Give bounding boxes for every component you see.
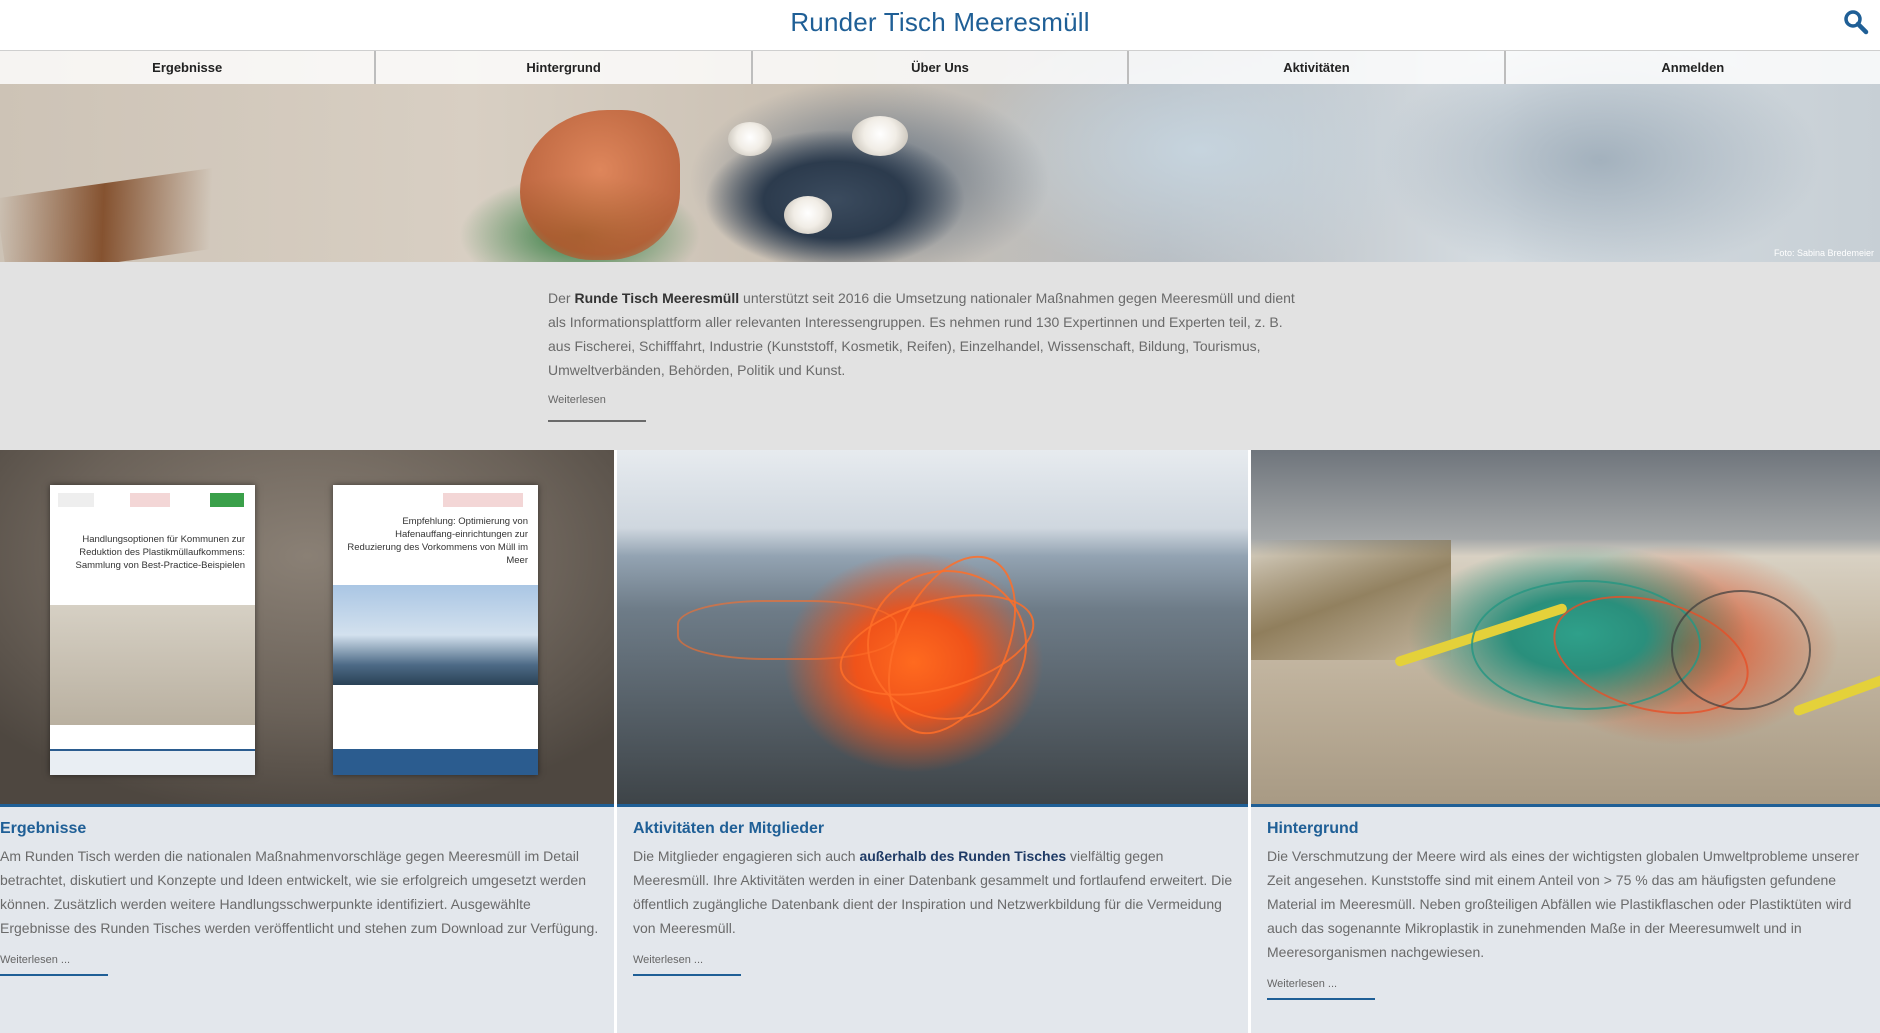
dune-grass	[1251, 540, 1451, 660]
hero-kelp	[0, 162, 265, 262]
ribbon	[1792, 673, 1880, 717]
nav-item-hintergrund[interactable]: Hintergrund	[376, 51, 753, 84]
brochure-photo	[333, 585, 538, 685]
brochure-title: Handlungsoptionen für Kommunen zur Reduk…	[75, 534, 246, 571]
brochure-logo	[58, 493, 94, 507]
intro-section: Der Runde Tisch Meeresmüll unterstützt s…	[0, 262, 1880, 450]
card-body-aktivitaeten: Aktivitäten der Mitglieder Die Mitgliede…	[633, 820, 1238, 976]
nav-item-ueber-uns[interactable]: Über Uns	[753, 51, 1130, 84]
brochure-photo	[50, 605, 255, 725]
net-strand	[1671, 590, 1811, 710]
hero-crab	[520, 110, 680, 260]
brochure-logo	[210, 493, 244, 507]
card-body-ergebnisse: Ergebnisse Am Runden Tisch werden die na…	[0, 820, 600, 976]
card-title[interactable]: Aktivitäten der Mitglieder	[633, 820, 1238, 838]
brochure-empfehlung: Empfehlung: Optimierung von Hafenauffang…	[333, 485, 538, 775]
card-text: Die Verschmutzung der Meere wird als ein…	[1267, 848, 1860, 960]
card-title[interactable]: Hintergrund	[1267, 820, 1867, 838]
card-image-hintergrund[interactable]	[1251, 450, 1880, 807]
nav-item-aktivitaeten[interactable]: Aktivitäten	[1129, 51, 1506, 84]
net-strand	[677, 600, 897, 660]
card-read-more-link[interactable]: Weiterlesen ...	[633, 954, 741, 976]
main-nav: Ergebnisse Hintergrund Über Uns Aktivitä…	[0, 50, 1880, 84]
card-image-aktivitaeten[interactable]	[617, 450, 1248, 807]
card-ergebnisse: Handlungsoptionen für Kommunen zur Reduk…	[0, 450, 614, 1033]
brochure-logo	[130, 493, 170, 507]
card-aktivitaeten: Aktivitäten der Mitglieder Die Mitgliede…	[617, 450, 1248, 1033]
card-body-hintergrund: Hintergrund Die Verschmutzung der Meere …	[1267, 820, 1867, 1000]
site-title[interactable]: Runder Tisch Meeresmüll	[0, 7, 1880, 38]
brochure-band	[50, 749, 255, 775]
card-text-bold: außerhalb des Runden Tisches	[859, 848, 1067, 864]
card-read-more-link[interactable]: Weiterlesen ...	[0, 954, 108, 976]
brochure-logo	[443, 493, 523, 507]
card-hintergrund: Hintergrund Die Verschmutzung der Meere …	[1251, 450, 1880, 1033]
intro-prefix: Der	[548, 290, 575, 306]
brochure-handlungsoptionen: Handlungsoptionen für Kommunen zur Reduk…	[50, 485, 255, 775]
card-image-ergebnisse[interactable]: Handlungsoptionen für Kommunen zur Reduk…	[0, 450, 614, 807]
card-text: Am Runden Tisch werden die nationalen Ma…	[0, 848, 599, 936]
hero-barnacle	[784, 196, 832, 234]
hero-barnacle	[852, 116, 908, 156]
site-header: Runder Tisch Meeresmüll	[0, 0, 1880, 50]
card-text-part: Die Mitglieder engagieren sich auch	[633, 848, 860, 864]
card-title[interactable]: Ergebnisse	[0, 820, 600, 838]
nav-item-anmelden[interactable]: Anmelden	[1506, 51, 1880, 84]
intro-bold: Runde Tisch Meeresmüll	[574, 290, 740, 306]
card-text: Die Mitglieder engagieren sich auch auße…	[633, 844, 1238, 940]
hero-barnacle	[728, 122, 772, 156]
brochure-band	[333, 749, 538, 775]
nav-item-ergebnisse[interactable]: Ergebnisse	[0, 51, 377, 84]
search-button[interactable]	[1842, 8, 1870, 36]
search-icon	[1844, 10, 1869, 35]
intro-text: Der Runde Tisch Meeresmüll unterstützt s…	[548, 286, 1308, 422]
teaser-cards: Handlungsoptionen für Kommunen zur Reduk…	[0, 450, 1880, 1033]
intro-read-more-link[interactable]: Weiterlesen	[548, 388, 646, 422]
card-read-more-link[interactable]: Weiterlesen ...	[1267, 978, 1375, 1000]
brochure-title: Empfehlung: Optimierung von Hafenauffang…	[347, 516, 528, 566]
photo-credit: Foto: Sabina Bredemeier	[1773, 248, 1874, 258]
